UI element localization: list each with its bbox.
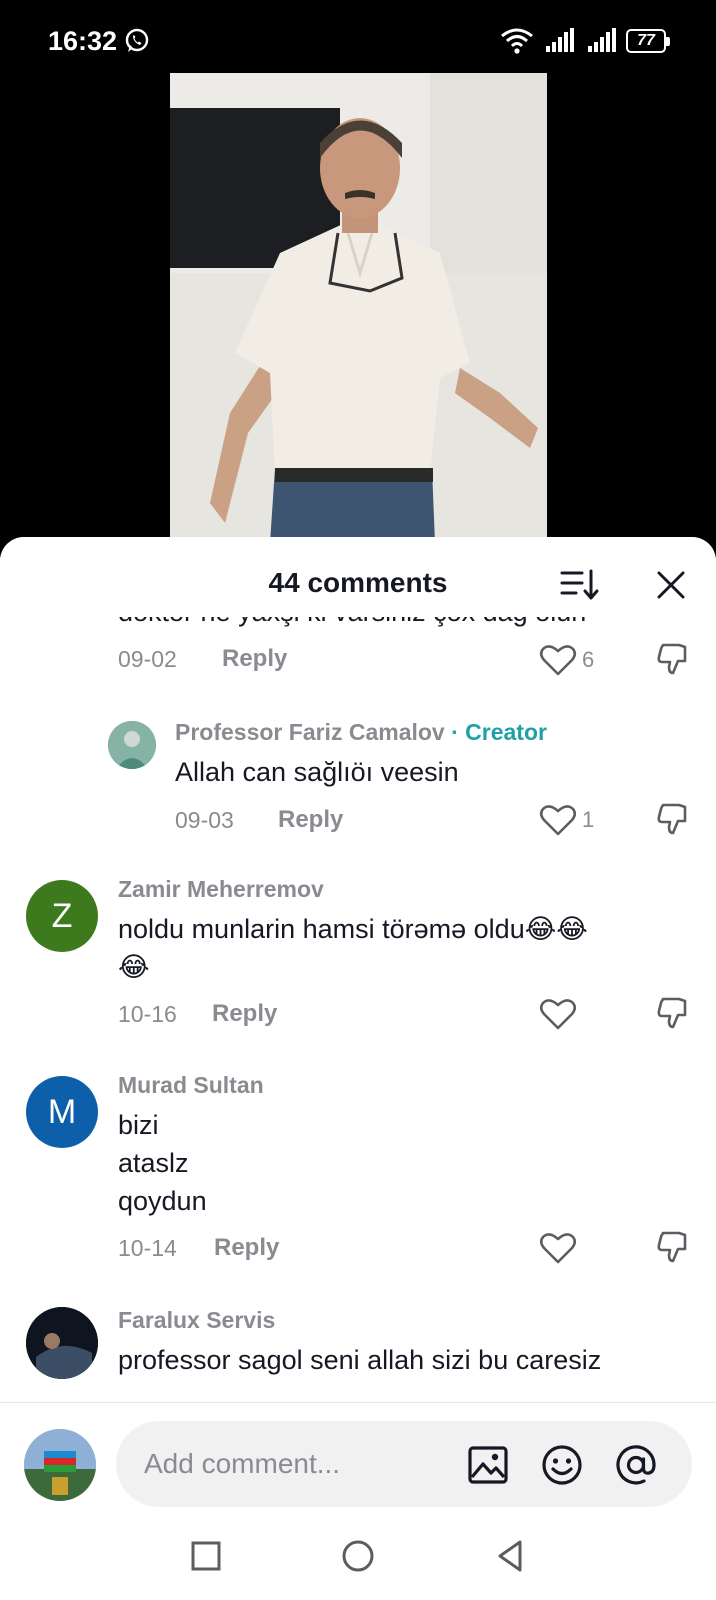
username-text: Professor Fariz Camalov (175, 719, 445, 745)
comment-text: qoydun (118, 1186, 207, 1216)
avatar-image (24, 1429, 96, 1501)
comment-date: 09-03 (175, 807, 234, 833)
whatsapp-icon (125, 28, 149, 52)
dislike-icon[interactable] (655, 995, 691, 1031)
video-frame-image (170, 73, 547, 543)
comment-input-bar (0, 1402, 716, 1522)
comment-list[interactable]: doktor ne yaxşi ki varsiniz çox dag olun… (0, 537, 716, 1403)
signal-icon (588, 28, 616, 52)
like-count: 1 (582, 807, 595, 832)
comments-count-title: 44 comments (268, 567, 448, 598)
like-count: 6 (582, 647, 595, 672)
creator-badge: · Creator (451, 719, 547, 745)
dislike-icon[interactable] (655, 801, 691, 837)
emoji-icon[interactable] (540, 1443, 584, 1487)
nav-recents-icon[interactable] (186, 1536, 226, 1576)
dislike-icon[interactable] (655, 641, 691, 677)
nav-home-icon[interactable] (338, 1536, 378, 1576)
avatar[interactable]: Z (26, 880, 98, 952)
comment-date: 10-14 (118, 1235, 177, 1261)
avatar-image (108, 721, 156, 769)
heart-icon[interactable] (539, 643, 577, 677)
comment-text: ataslz (118, 1148, 189, 1178)
reply-button[interactable]: Reply (222, 645, 287, 673)
comment-username: Zamir Meherremov (118, 876, 324, 902)
comment-username: Murad Sultan (118, 1072, 264, 1098)
battery-icon: 77 (626, 29, 670, 53)
nav-back-icon[interactable] (490, 1536, 530, 1576)
comment-username: Professor Fariz Camalov · Creator (175, 719, 547, 746)
sheet-header: 44 comments (0, 537, 716, 617)
comment-username: Faralux Servis (118, 1307, 276, 1333)
comment-text: Allah can sağlıöı veesin (175, 757, 459, 787)
status-time: 16:32 (48, 26, 118, 56)
avatar[interactable]: M (26, 1076, 98, 1148)
comment-date: 10-16 (118, 1001, 177, 1027)
heart-icon[interactable] (539, 997, 577, 1031)
comment-text: noldu munlarin hamsi törəmə oldu😂😂 (118, 914, 588, 944)
avatar[interactable] (26, 1307, 98, 1379)
reply-button[interactable]: Reply (278, 806, 343, 834)
status-bar: 16:32 77 (0, 0, 716, 80)
wifi-icon (501, 28, 533, 54)
comment-date: 09-02 (118, 646, 177, 672)
at-icon[interactable] (614, 1443, 658, 1487)
image-icon[interactable] (466, 1443, 510, 1487)
close-icon[interactable] (656, 570, 686, 600)
comment-text: bizi (118, 1110, 159, 1140)
reply-button[interactable]: Reply (214, 1234, 279, 1262)
heart-icon[interactable] (539, 1231, 577, 1265)
system-nav-bar (0, 1522, 716, 1600)
reply-button[interactable]: Reply (212, 1000, 277, 1028)
comment-text: 😂 (118, 952, 150, 982)
sort-icon[interactable] (560, 567, 600, 603)
heart-icon[interactable] (539, 803, 577, 837)
avatar[interactable] (108, 721, 156, 769)
video-player[interactable] (170, 73, 547, 543)
dislike-icon[interactable] (655, 1229, 691, 1265)
avatar[interactable] (24, 1429, 96, 1501)
comment-input[interactable] (116, 1421, 692, 1507)
comment-text: professor sagol seni allah sizi bu cares… (118, 1345, 602, 1375)
signal-icon (546, 28, 574, 52)
avatar-image (26, 1307, 98, 1379)
